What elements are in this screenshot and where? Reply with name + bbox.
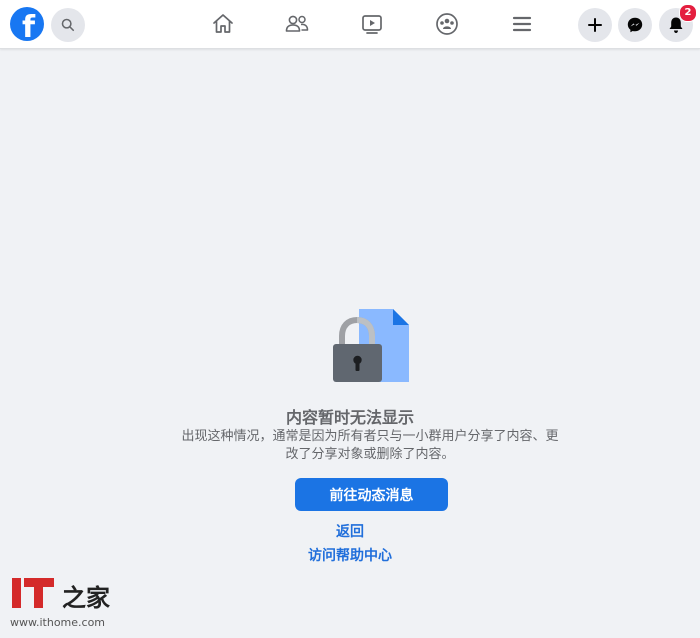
groups-icon xyxy=(436,13,458,35)
menu-icon xyxy=(512,16,532,32)
go-to-news-feed-button[interactable]: 前往动态消息 xyxy=(295,478,448,511)
messenger-icon xyxy=(627,17,643,33)
error-description: 出现这种情况，通常是因为所有者只与一小群用户分享了内容、更改了分享对象或删除了内… xyxy=(181,429,559,462)
notifications-button[interactable]: 2 xyxy=(659,4,697,42)
watch-icon xyxy=(362,15,382,34)
friends-icon xyxy=(285,15,309,32)
nav-friends-button[interactable] xyxy=(283,10,311,38)
home-icon xyxy=(213,14,233,33)
ithome-url: www.ithome.com xyxy=(10,616,106,629)
back-link[interactable]: 返回 xyxy=(0,521,700,541)
ithome-logo xyxy=(12,578,54,608)
facebook-logo-letter: f xyxy=(21,10,36,42)
help-center-link[interactable]: 访问帮助中心 xyxy=(0,545,700,565)
plus-icon xyxy=(588,18,602,32)
notification-badge: 2 xyxy=(679,4,697,22)
search-button[interactable] xyxy=(51,8,85,42)
nav-menu-button[interactable] xyxy=(508,10,536,38)
error-title: 内容暂时无法显示 xyxy=(285,408,414,427)
nav-groups-button[interactable] xyxy=(433,10,461,38)
create-button[interactable] xyxy=(578,8,612,42)
facebook-logo[interactable]: f xyxy=(10,7,44,41)
nav-watch-button[interactable] xyxy=(358,10,386,38)
ithome-logo-chars: 之家 xyxy=(62,583,110,612)
search-icon xyxy=(61,18,75,32)
messenger-button[interactable] xyxy=(618,8,652,42)
lock-document-icon xyxy=(333,309,409,382)
nav-home-button[interactable] xyxy=(209,10,237,38)
top-navigation-bar: f 2 xyxy=(0,0,700,49)
